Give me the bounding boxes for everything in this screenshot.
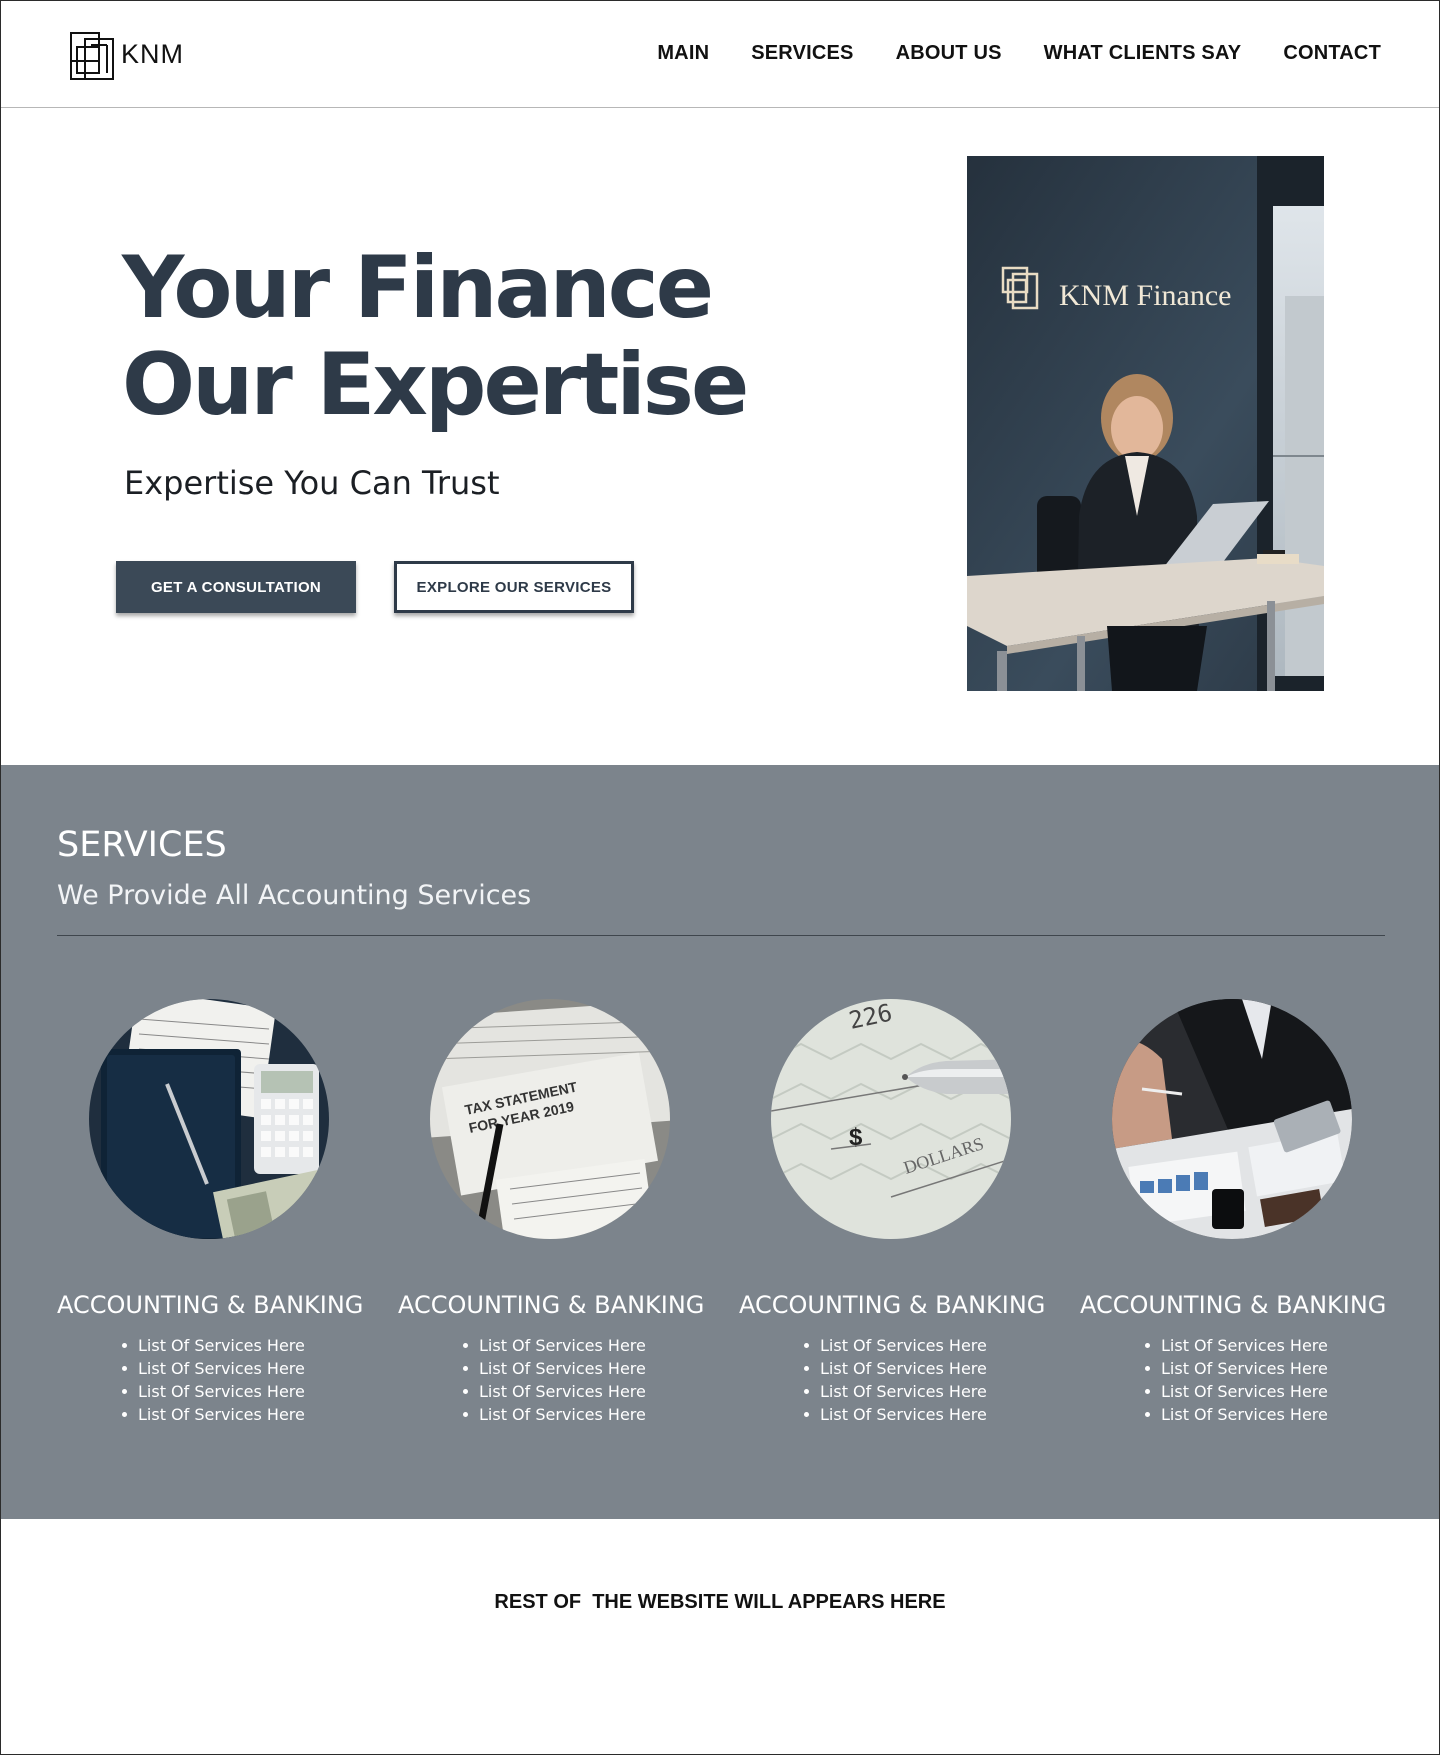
sign-text: KNM Finance — [1059, 279, 1231, 312]
service-list-item: List Of Services Here — [122, 1334, 305, 1357]
service-list: List Of Services Here List Of Services H… — [1145, 1334, 1328, 1426]
service-list-item: List Of Services Here — [1145, 1403, 1328, 1426]
service-image-check-pen: 226 $ DOLLARS — [771, 999, 1011, 1239]
service-image-meeting — [1112, 999, 1352, 1239]
services-section: SERVICES We Provide All Accounting Servi… — [1, 765, 1439, 1519]
logo-squares-icon — [70, 32, 114, 80]
hero-title: Your Finance Our Expertise — [122, 238, 749, 435]
service-image-tax-statement: TAX STATEMENT FOR YEAR 2019 — [430, 999, 670, 1239]
services-title: SERVICES — [57, 825, 227, 865]
service-list-item: List Of Services Here — [1145, 1334, 1328, 1357]
brand-name: KNM — [121, 38, 184, 69]
nav-services[interactable]: SERVICES — [751, 42, 853, 65]
service-list-item: List Of Services Here — [1145, 1380, 1328, 1403]
service-list-item: List Of Services Here — [122, 1403, 305, 1426]
hero-title-line-2: Our Expertise — [122, 335, 749, 435]
service-list-item: List Of Services Here — [122, 1357, 305, 1380]
service-list-item: List Of Services Here — [804, 1357, 987, 1380]
service-image-ledger-calculator — [89, 999, 329, 1239]
service-list-item: List Of Services Here — [1145, 1357, 1328, 1380]
rest-of-website-note: REST OF THE WEBSITE WILL APPEARS HERE — [494, 1591, 946, 1613]
hero-subtitle: Expertise You Can Trust — [124, 464, 500, 502]
service-list-item: List Of Services Here — [804, 1403, 987, 1426]
site-header: KNM MAIN SERVICES ABOUT US WHAT CLIENTS … — [1, 1, 1439, 108]
logo[interactable]: KNM — [69, 31, 184, 81]
hero-title-line-1: Your Finance — [122, 238, 714, 338]
nav-contact[interactable]: CONTACT — [1283, 42, 1381, 65]
service-list: List Of Services Here List Of Services H… — [804, 1334, 987, 1426]
explore-services-button[interactable]: EXPLORE OUR SERVICES — [394, 561, 634, 613]
service-list-item: List Of Services Here — [463, 1334, 646, 1357]
service-list-item: List Of Services Here — [463, 1380, 646, 1403]
service-list-item: List Of Services Here — [463, 1403, 646, 1426]
service-card-title: ACCOUNTING & BANKING — [57, 1291, 364, 1319]
service-list-item: List Of Services Here — [122, 1380, 305, 1403]
service-list: List Of Services Here List Of Services H… — [122, 1334, 305, 1426]
nav-about-us[interactable]: ABOUT US — [896, 42, 1002, 65]
nav-main[interactable]: MAIN — [657, 42, 709, 65]
service-list-item: List Of Services Here — [463, 1357, 646, 1380]
main-nav: MAIN SERVICES ABOUT US WHAT CLIENTS SAY … — [615, 42, 1381, 65]
get-consultation-button[interactable]: GET A CONSULTATION — [116, 561, 356, 613]
service-card-title: ACCOUNTING & BANKING — [398, 1291, 705, 1319]
service-card-title: ACCOUNTING & BANKING — [1080, 1291, 1387, 1319]
service-list-item: List Of Services Here — [804, 1380, 987, 1403]
hero-office-photo: KNM Finance — [967, 156, 1324, 691]
service-list: List Of Services Here List Of Services H… — [463, 1334, 646, 1426]
service-list-item: List Of Services Here — [804, 1334, 987, 1357]
services-divider — [57, 935, 1385, 936]
services-subtitle: We Provide All Accounting Services — [57, 880, 532, 911]
nav-what-clients-say[interactable]: WHAT CLIENTS SAY — [1044, 42, 1242, 65]
service-card-title: ACCOUNTING & BANKING — [739, 1291, 1046, 1319]
